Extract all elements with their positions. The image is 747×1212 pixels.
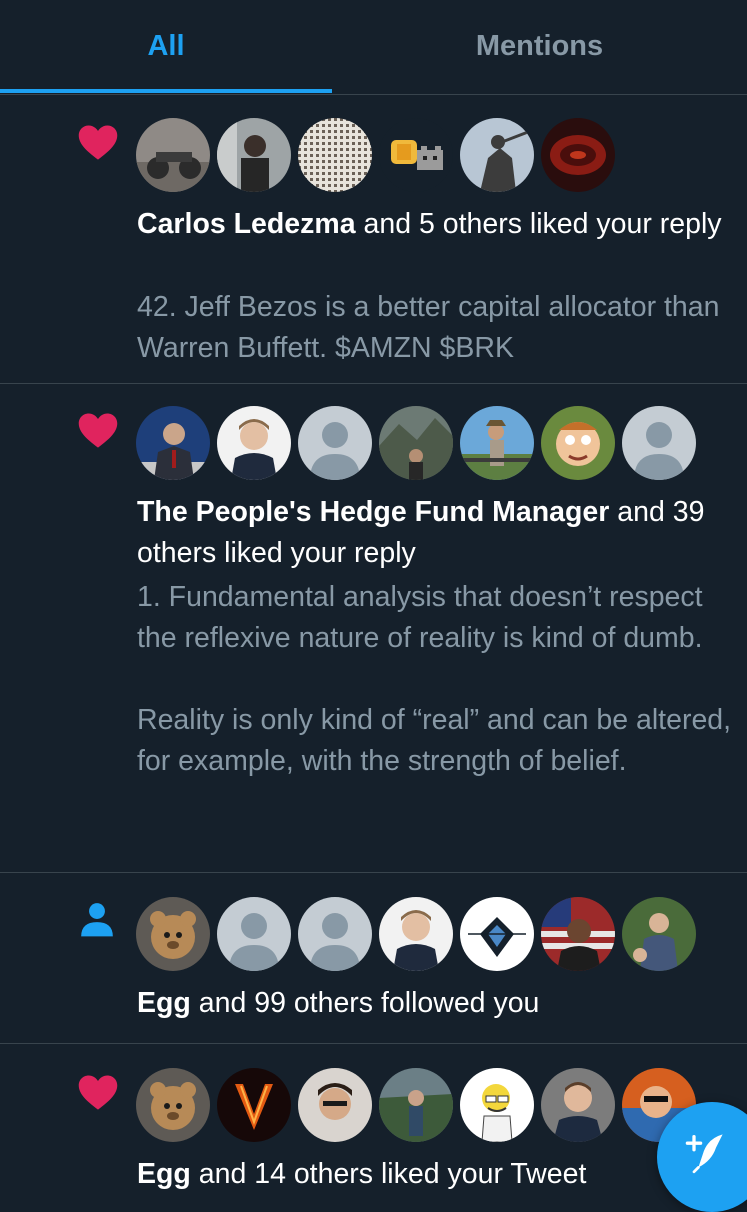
avatar[interactable]: [298, 118, 372, 192]
notification-item[interactable]: Egg and 14 others liked your Tweet: [0, 1044, 747, 1200]
notification-item[interactable]: Egg and 99 others followed you: [0, 873, 747, 1044]
avatar[interactable]: [460, 897, 534, 971]
avatar[interactable]: [622, 897, 696, 971]
notification-text: Egg and 14 others liked your Tweet: [137, 1154, 733, 1195]
avatar[interactable]: [136, 1068, 210, 1142]
actor-name[interactable]: Egg: [137, 987, 191, 1019]
tab-mentions[interactable]: Mentions: [332, 0, 747, 92]
avatar[interactable]: [217, 1068, 291, 1142]
actor-name[interactable]: Egg: [137, 1158, 191, 1190]
notification-summary: and 5 others liked your reply: [355, 208, 722, 240]
avatar[interactable]: [136, 118, 210, 192]
avatar[interactable]: [460, 118, 534, 192]
avatar[interactable]: [460, 1068, 534, 1142]
avatar[interactable]: [541, 406, 615, 480]
tweet-excerpt: 1. Fundamental analysis that doesn’t res…: [137, 581, 732, 777]
avatar[interactable]: [379, 406, 453, 480]
notification-summary: and 14 others liked your Tweet: [190, 1158, 587, 1190]
heart-icon: [78, 1075, 118, 1110]
tweet-excerpt: 42. Jeff Bezos is a better capital alloc…: [137, 291, 720, 364]
notification-text: Carlos Ledezma and 5 others liked your r…: [137, 204, 733, 245]
avatar[interactable]: [136, 897, 210, 971]
avatar[interactable]: [541, 897, 615, 971]
tab-bar: All Mentions: [0, 0, 747, 95]
avatar[interactable]: [217, 118, 291, 192]
actor-name[interactable]: Carlos Ledezma: [137, 208, 356, 240]
avatar[interactable]: [379, 118, 453, 192]
notification-item[interactable]: Carlos Ledezma and 5 others liked your r…: [0, 94, 747, 384]
avatar[interactable]: [136, 406, 210, 480]
avatar[interactable]: [460, 406, 534, 480]
active-tab-indicator: [0, 89, 332, 93]
avatar[interactable]: [298, 1068, 372, 1142]
avatar-default[interactable]: [298, 406, 372, 480]
person-icon: [81, 903, 113, 937]
avatar-default[interactable]: [217, 897, 291, 971]
tab-all[interactable]: All: [0, 0, 332, 92]
actor-name[interactable]: The People's Hedge Fund Manager: [137, 496, 609, 528]
avatar[interactable]: [541, 118, 615, 192]
avatar[interactable]: [379, 897, 453, 971]
avatar-default[interactable]: [298, 897, 372, 971]
heart-icon: [78, 413, 118, 448]
avatar[interactable]: [217, 406, 291, 480]
compose-tweet-icon: [685, 1134, 723, 1174]
avatar[interactable]: [379, 1068, 453, 1142]
notification-summary: and 99 others followed you: [190, 987, 540, 1019]
notification-item[interactable]: The People's Hedge Fund Manager and 39 o…: [0, 384, 747, 873]
notification-text: Egg and 99 others followed you: [137, 983, 733, 1024]
avatar-default[interactable]: [622, 406, 696, 480]
notification-text: The People's Hedge Fund Manager and 39 o…: [137, 492, 733, 574]
avatar[interactable]: [541, 1068, 615, 1142]
heart-icon: [78, 125, 118, 160]
